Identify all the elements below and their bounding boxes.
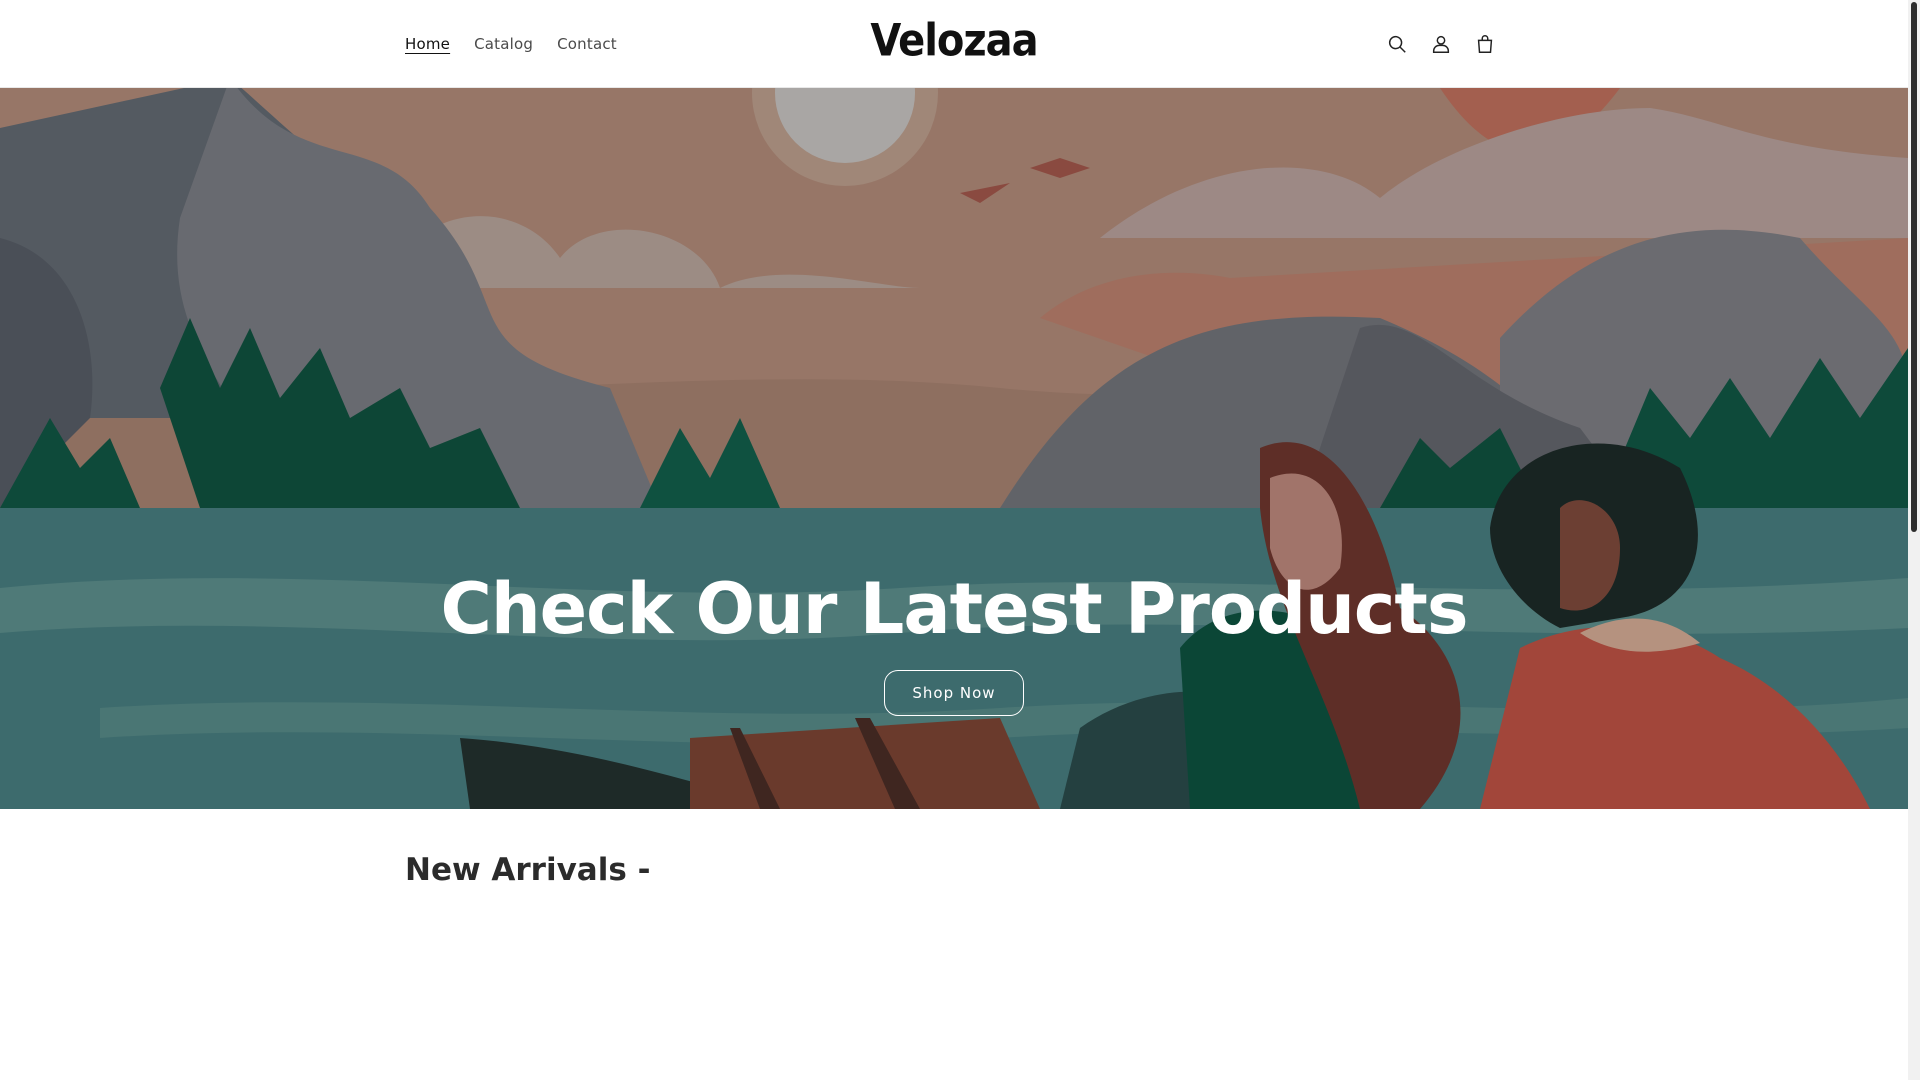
account-icon[interactable] <box>1427 26 1455 62</box>
hero-banner: Check Our Latest Products Shop Now <box>0 88 1908 809</box>
search-icon[interactable] <box>1383 26 1411 62</box>
scrollbar-thumb[interactable] <box>1911 2 1917 532</box>
hero-title: Check Our Latest Products <box>440 568 1468 650</box>
site-header: Home Catalog Contact Velozaa <box>0 0 1908 88</box>
nav-home-link[interactable]: Home <box>405 35 462 53</box>
page-scrollbar[interactable] <box>1908 0 1920 1080</box>
main-nav: Home Catalog Contact <box>405 0 629 88</box>
site-logo[interactable]: Velozaa <box>854 15 1054 67</box>
shop-now-button[interactable]: Shop Now <box>884 670 1024 716</box>
cart-icon[interactable] <box>1471 26 1499 62</box>
new-arrivals-heading: New Arrivals - <box>405 852 651 888</box>
nav-contact-link[interactable]: Contact <box>545 35 629 53</box>
header-icons <box>1383 26 1499 62</box>
nav-catalog-link[interactable]: Catalog <box>462 35 545 53</box>
